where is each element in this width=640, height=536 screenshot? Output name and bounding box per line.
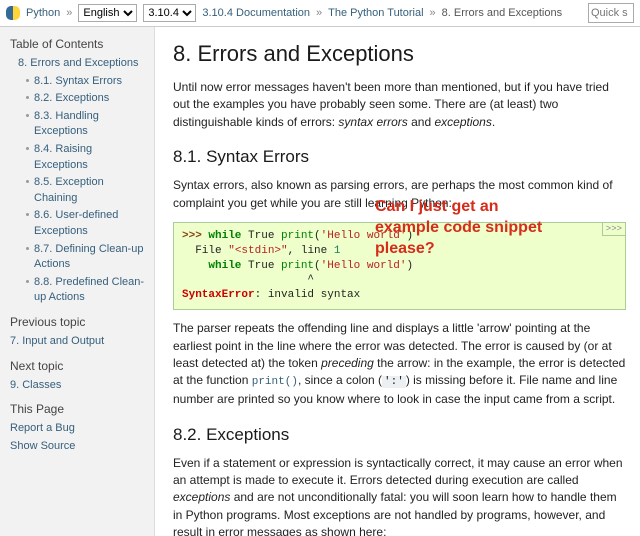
version-select[interactable]: 3.10.4 (143, 4, 196, 22)
next-topic-link[interactable]: 9. Classes (10, 379, 61, 391)
code-example-syntax-error: >>>>>> while True print('Hello world') F… (173, 222, 626, 310)
next-heading: Next topic (10, 359, 146, 373)
intro-paragraph: Until now error messages haven't been mo… (173, 79, 626, 131)
crumb-current: 8. Errors and Exceptions (442, 7, 562, 19)
top-bar: Python » English 3.10.4 3.10.4 Documenta… (0, 0, 640, 27)
toc-heading: Table of Contents (10, 37, 146, 51)
show-source-link[interactable]: Show Source (10, 440, 75, 452)
exceptions-paragraph: Even if a statement or expression is syn… (173, 455, 626, 536)
quick-search-input[interactable] (588, 3, 634, 23)
toc-item[interactable]: 8.4. Raising Exceptions (34, 143, 92, 171)
toc-item[interactable]: 8.2. Exceptions (34, 92, 109, 104)
parser-explanation-paragraph: The parser repeats the offending line an… (173, 320, 626, 409)
code-toggle-button[interactable]: >>> (602, 223, 625, 236)
sidebar: Table of Contents 8. Errors and Exceptio… (0, 27, 155, 536)
toc-item[interactable]: 8.6. User-defined Exceptions (34, 209, 118, 237)
crumb-documentation[interactable]: 3.10.4 Documentation (202, 7, 310, 19)
prev-topic-link[interactable]: 7. Input and Output (10, 335, 104, 347)
report-bug-link[interactable]: Report a Bug (10, 422, 75, 434)
thispage-heading: This Page (10, 402, 146, 416)
language-select[interactable]: English (78, 4, 137, 22)
toc-item[interactable]: 8.5. Exception Chaining (34, 176, 104, 204)
toc-top-link[interactable]: 8. Errors and Exceptions (18, 57, 138, 69)
crumb-tutorial[interactable]: The Python Tutorial (328, 7, 423, 19)
section-syntax-errors: 8.1. Syntax Errors (173, 147, 626, 167)
toc-item[interactable]: 8.7. Defining Clean-up Actions (34, 243, 143, 271)
main-content: 8. Errors and Exceptions Until now error… (155, 27, 640, 536)
prev-heading: Previous topic (10, 315, 146, 329)
syntax-errors-paragraph: Syntax errors, also known as parsing err… (173, 177, 626, 212)
section-exceptions: 8.2. Exceptions (173, 425, 626, 445)
brand-link[interactable]: Python (26, 7, 60, 19)
page-title: 8. Errors and Exceptions (173, 41, 626, 67)
toc-item[interactable]: 8.8. Predefined Clean-up Actions (34, 276, 144, 304)
python-logo-icon (6, 6, 20, 20)
toc-item[interactable]: 8.3. Handling Exceptions (34, 110, 99, 138)
toc-item[interactable]: 8.1. Syntax Errors (34, 75, 122, 87)
